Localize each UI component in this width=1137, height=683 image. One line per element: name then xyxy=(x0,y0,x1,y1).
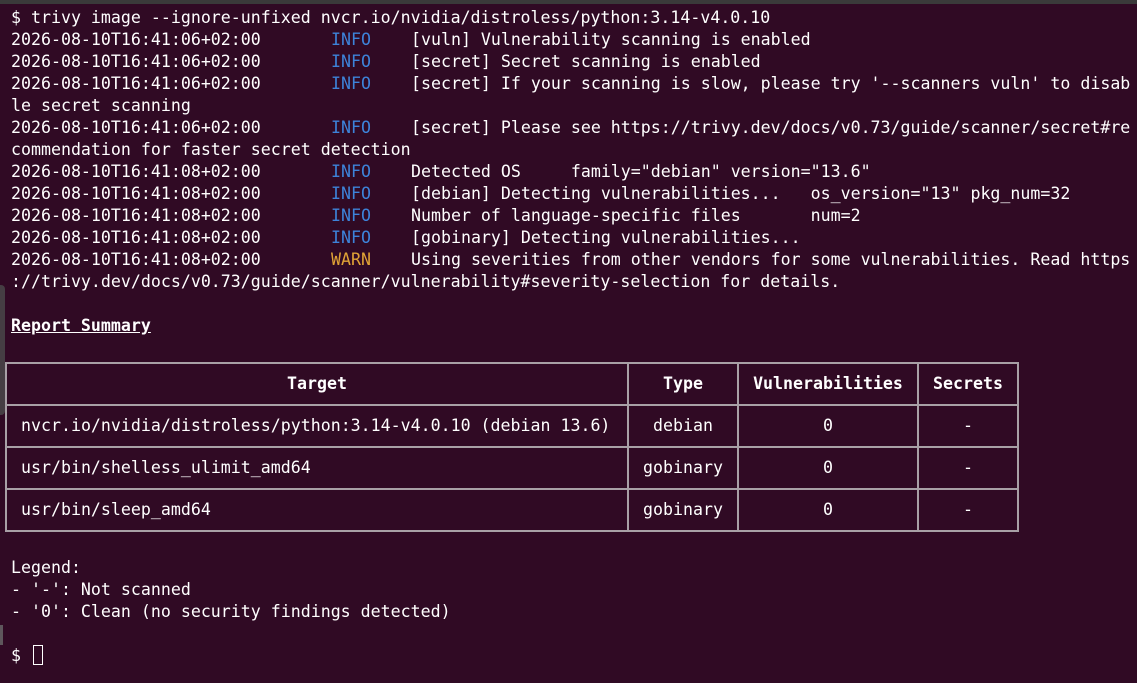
log-message: [gobinary] Detecting vulnerabilities... xyxy=(411,228,801,247)
input-prompt-line[interactable]: $ xyxy=(11,645,43,667)
cell-target: nvcr.io/nvidia/distroless/python:3.14-v4… xyxy=(5,404,629,448)
report-heading-line: Report Summary xyxy=(11,315,1135,337)
log-level: INFO xyxy=(331,30,371,49)
cell-vulnerabilities: 0 xyxy=(737,446,919,490)
log-level: INFO xyxy=(331,206,371,225)
log-timestamp: 2026-08-10T16:41:08+02:00 xyxy=(11,184,261,203)
window-top-edge xyxy=(0,0,1137,4)
log-timestamp: 2026-08-10T16:41:08+02:00 xyxy=(11,228,261,247)
legend-title: Legend: xyxy=(11,558,81,577)
log-level: WARN xyxy=(331,250,371,269)
log-message: Using severities from other vendors for … xyxy=(411,250,1131,269)
cell-secrets: - xyxy=(917,404,1019,448)
log-line: 2026-08-10T16:41:06+02:00 INFO [secret] If… xyxy=(11,73,1135,95)
column-header-secrets: Secrets xyxy=(917,362,1019,406)
log-level: INFO xyxy=(331,228,371,247)
table-row: usr/bin/shelless_ulimit_amd64 gobinary 0… xyxy=(5,446,1019,490)
log-line: 2026-08-10T16:41:08+02:00 WARN Using sever… xyxy=(11,249,1135,271)
table-row: nvcr.io/nvidia/distroless/python:3.14-v4… xyxy=(5,404,1019,448)
command-text: trivy image --ignore-unfixed nvcr.io/nvi… xyxy=(30,8,771,27)
log-line-continuation: commendation for faster secret detection xyxy=(11,140,411,159)
log-message: [secret] Secret scanning is enabled xyxy=(411,52,761,71)
legend: Legend: - '-': Not scanned - '0': Clean … xyxy=(11,557,451,623)
column-header-target: Target xyxy=(5,362,629,406)
log-timestamp: 2026-08-10T16:41:06+02:00 xyxy=(11,52,261,71)
log-timestamp: 2026-08-10T16:41:06+02:00 xyxy=(11,74,261,93)
log-level: INFO xyxy=(331,184,371,203)
log-message: [vuln] Vulnerability scanning is enabled xyxy=(411,30,811,49)
log-line: 2026-08-10T16:41:08+02:00 INFO [debian] De… xyxy=(11,183,1135,205)
log-output: 2026-08-10T16:41:06+02:00 INFO [vuln] Vuln… xyxy=(11,29,1135,293)
report-heading: Report Summary xyxy=(11,316,151,335)
legend-item-clean: - '0': Clean (no security findings detec… xyxy=(11,602,451,621)
log-line-continuation: ://trivy.dev/docs/v0.73/guide/scanner/vu… xyxy=(11,272,841,291)
column-header-vulnerabilities: Vulnerabilities xyxy=(737,362,919,406)
cell-vulnerabilities: 0 xyxy=(737,488,919,532)
log-line: 2026-08-10T16:41:08+02:00 INFO Number of l… xyxy=(11,205,1135,227)
cell-type: gobinary xyxy=(627,488,739,532)
table-header-row: Target Type Vulnerabilities Secrets xyxy=(5,362,1019,406)
cell-type: gobinary xyxy=(627,446,739,490)
log-timestamp: 2026-08-10T16:41:08+02:00 xyxy=(11,250,261,269)
cell-secrets: - xyxy=(917,488,1019,532)
text-cursor[interactable] xyxy=(32,645,43,665)
cell-type: debian xyxy=(627,404,739,448)
prompt-symbol: $ xyxy=(11,646,31,665)
log-line: 2026-08-10T16:41:08+02:00 INFO [gobinary] … xyxy=(11,227,1135,249)
log-timestamp: 2026-08-10T16:41:06+02:00 xyxy=(11,30,261,49)
report-summary-table: Target Type Vulnerabilities Secrets nvcr… xyxy=(5,362,1019,532)
prompt-symbol: $ xyxy=(11,8,31,27)
log-message: [secret] If your scanning is slow, pleas… xyxy=(411,74,1131,93)
log-timestamp: 2026-08-10T16:41:08+02:00 xyxy=(11,206,261,225)
log-level: INFO xyxy=(331,52,371,71)
cell-target: usr/bin/shelless_ulimit_amd64 xyxy=(5,446,629,490)
terminal-window[interactable]: $ trivy image --ignore-unfixed nvcr.io/n… xyxy=(0,0,1137,683)
log-message: Number of language-specific files num=2 xyxy=(411,206,861,225)
table-row: usr/bin/sleep_amd64 gobinary 0 - xyxy=(5,488,1019,532)
legend-item-not-scanned: - '-': Not scanned xyxy=(11,580,191,599)
log-level: INFO xyxy=(331,162,371,181)
log-timestamp: 2026-08-10T16:41:06+02:00 xyxy=(11,118,261,137)
cell-target: usr/bin/sleep_amd64 xyxy=(5,488,629,532)
command-line: $ trivy image --ignore-unfixed nvcr.io/n… xyxy=(11,7,1135,29)
log-line: 2026-08-10T16:41:06+02:00 INFO [secret] Pl… xyxy=(11,117,1135,139)
log-message: [secret] Please see https://trivy.dev/do… xyxy=(411,118,1131,137)
cell-vulnerabilities: 0 xyxy=(737,404,919,448)
column-header-type: Type xyxy=(627,362,739,406)
side-panel-edge-lower xyxy=(0,625,3,645)
log-message: Detected OS family="debian" version="13.… xyxy=(411,162,871,181)
log-line: 2026-08-10T16:41:08+02:00 INFO Detected OS… xyxy=(11,161,1135,183)
log-level: INFO xyxy=(331,118,371,137)
terminal-output: $ trivy image --ignore-unfixed nvcr.io/n… xyxy=(11,7,1135,337)
log-line: 2026-08-10T16:41:06+02:00 INFO [secret] Se… xyxy=(11,51,1135,73)
log-line: 2026-08-10T16:41:06+02:00 INFO [vuln] Vuln… xyxy=(11,29,1135,51)
log-timestamp: 2026-08-10T16:41:08+02:00 xyxy=(11,162,261,181)
cell-secrets: - xyxy=(917,446,1019,490)
log-level: INFO xyxy=(331,74,371,93)
log-line-continuation: le secret scanning xyxy=(11,96,191,115)
log-message: [debian] Detecting vulnerabilities... os… xyxy=(411,184,1071,203)
